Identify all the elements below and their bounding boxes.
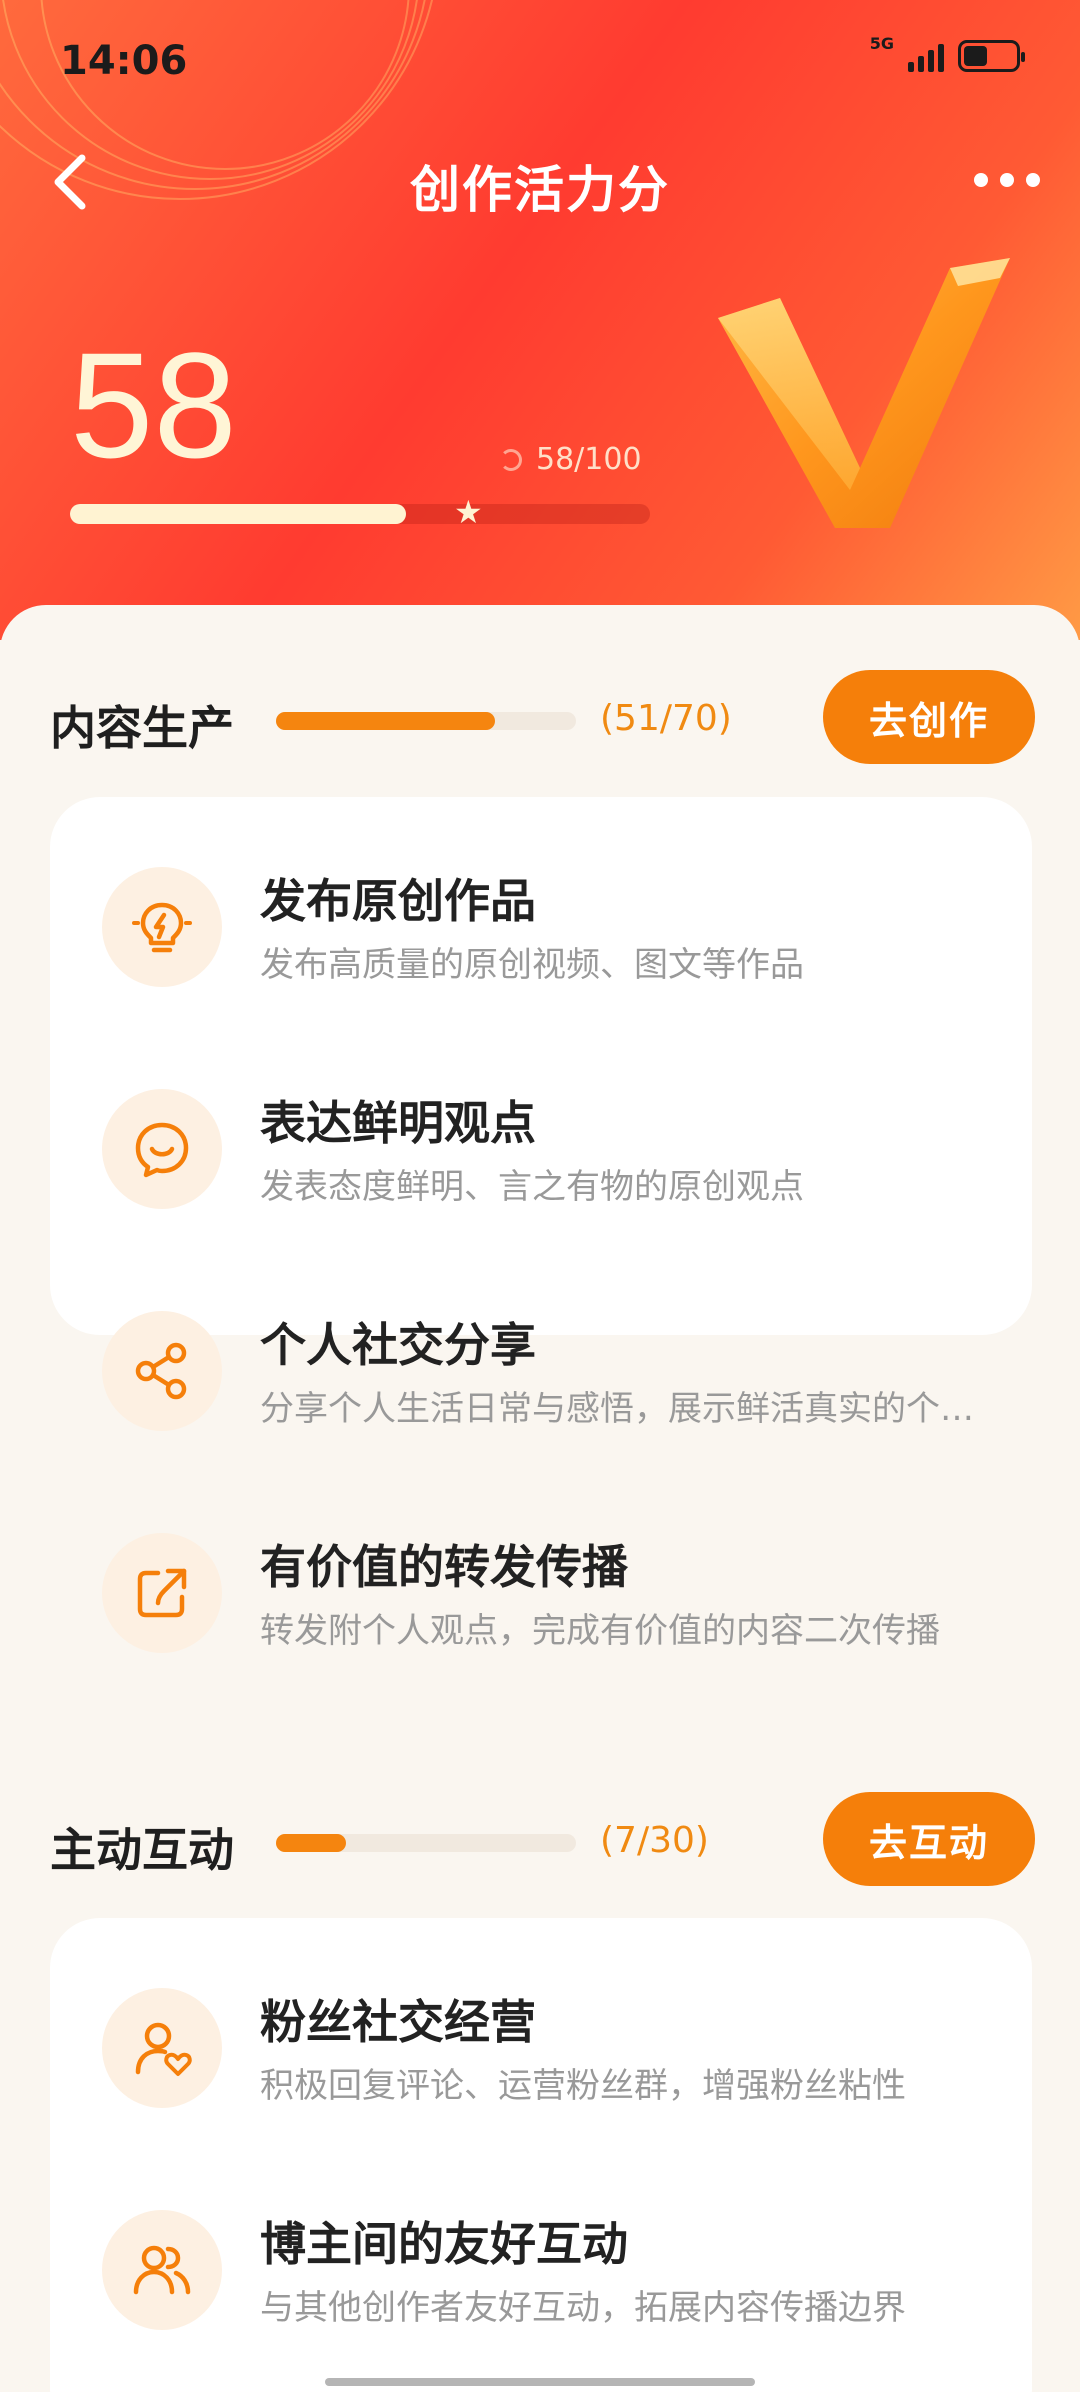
task-card-interaction: 粉丝社交经营 积极回复评论、运营粉丝群，增强粉丝粘性 博主间的友好互动 与其他创… — [50, 1918, 1032, 2392]
chat-smile-icon — [102, 1089, 222, 1209]
list-item[interactable]: 发布原创作品 发布高质量的原创视频、图文等作品 — [50, 847, 1032, 997]
item-title: 粉丝社交经营 — [260, 1995, 536, 2049]
page-title: 创作活力分 — [410, 161, 670, 219]
item-desc: 发表态度鲜明、言之有物的原创观点 — [260, 1167, 804, 1207]
star-icon: ★ — [454, 493, 483, 531]
signal-icon — [908, 40, 944, 72]
section-progress-count: (7/30) — [600, 1820, 709, 1861]
content-panel: 内容生产 (51/70) 去创作 发布原创作品 发布高质量的原创视频、图文等作品… — [0, 605, 1080, 2392]
page: 14:06 5G 创作活力分 58 58/100 ★ 内容生产 (51/70) … — [0, 0, 1080, 2392]
section-progress-fill — [276, 1834, 346, 1852]
battery-icon — [958, 40, 1025, 72]
item-desc: 积极回复评论、运营粉丝群，增强粉丝粘性 — [260, 2066, 906, 2106]
loading-icon — [500, 448, 522, 471]
section-progress-bar — [276, 712, 576, 730]
score-progress-fill — [70, 504, 407, 524]
item-desc: 分享个人生活日常与感悟，展示鲜活真实的个人形象 — [260, 1389, 1000, 1429]
more-button[interactable] — [920, 150, 1040, 210]
go-interact-button[interactable]: 去互动 — [823, 1792, 1035, 1886]
item-title: 博主间的友好互动 — [260, 2217, 628, 2271]
section-progress-bar — [276, 1834, 576, 1852]
network-label: 5G — [869, 34, 894, 53]
more-dot-icon — [1000, 173, 1014, 187]
item-title: 个人社交分享 — [260, 1318, 536, 1372]
item-desc: 发布高质量的原创视频、图文等作品 — [260, 945, 804, 985]
list-item[interactable]: 表达鲜明观点 发表态度鲜明、言之有物的原创观点 — [50, 1069, 1032, 1219]
share-icon — [102, 1311, 222, 1431]
go-create-button[interactable]: 去创作 — [823, 670, 1035, 764]
item-title: 有价值的转发传播 — [260, 1540, 628, 1594]
more-dot-icon — [1026, 173, 1040, 187]
score-ratio: 58/100 — [500, 442, 642, 477]
status-icons: 5G — [870, 36, 1025, 72]
status-bar: 14:06 5G — [0, 0, 1080, 120]
section-progress-fill — [276, 712, 495, 730]
more-dot-icon — [974, 173, 988, 187]
hero-header: 14:06 5G 创作活力分 58 58/100 ★ — [0, 0, 1080, 640]
item-title: 表达鲜明观点 — [260, 1096, 536, 1150]
list-item[interactable]: 粉丝社交经营 积极回复评论、运营粉丝群，增强粉丝粘性 — [50, 1968, 1032, 2118]
score-ratio-text: 58/100 — [536, 442, 642, 477]
section-header-content: 内容生产 (51/70) 去创作 — [50, 670, 1035, 770]
fan-heart-icon — [102, 1988, 222, 2108]
nav-bar: 创作活力分 — [0, 130, 1080, 230]
section-header-interaction: 主动互动 (7/30) 去互动 — [50, 1792, 1035, 1892]
score-progress-bar — [70, 504, 650, 524]
task-card-content: 发布原创作品 发布高质量的原创视频、图文等作品 表达鲜明观点 发表态度鲜明、言之… — [50, 797, 1032, 1653]
item-title: 发布原创作品 — [260, 874, 536, 928]
section-title: 内容生产 — [50, 701, 234, 755]
v-badge-icon — [718, 258, 1010, 528]
item-desc: 转发附个人观点，完成有价值的内容二次传播 — [260, 1611, 940, 1651]
forward-icon — [102, 1533, 222, 1653]
score-value: 58 — [70, 321, 237, 489]
list-item[interactable]: 个人社交分享 分享个人生活日常与感悟，展示鲜活真实的个人形象 — [50, 1291, 1032, 1441]
section-title: 主动互动 — [50, 1823, 234, 1877]
list-item[interactable]: 有价值的转发传播 转发附个人观点，完成有价值的内容二次传播 — [50, 1513, 1032, 1663]
users-icon — [102, 2210, 222, 2330]
section-progress-count: (51/70) — [600, 698, 732, 739]
home-indicator[interactable] — [325, 2378, 755, 2386]
status-time: 14:06 — [60, 38, 188, 84]
lightbulb-icon — [102, 867, 222, 987]
list-item[interactable]: 博主间的友好互动 与其他创作者友好互动，拓展内容传播边界 — [50, 2190, 1032, 2340]
item-desc: 与其他创作者友好互动，拓展内容传播边界 — [260, 2288, 906, 2328]
